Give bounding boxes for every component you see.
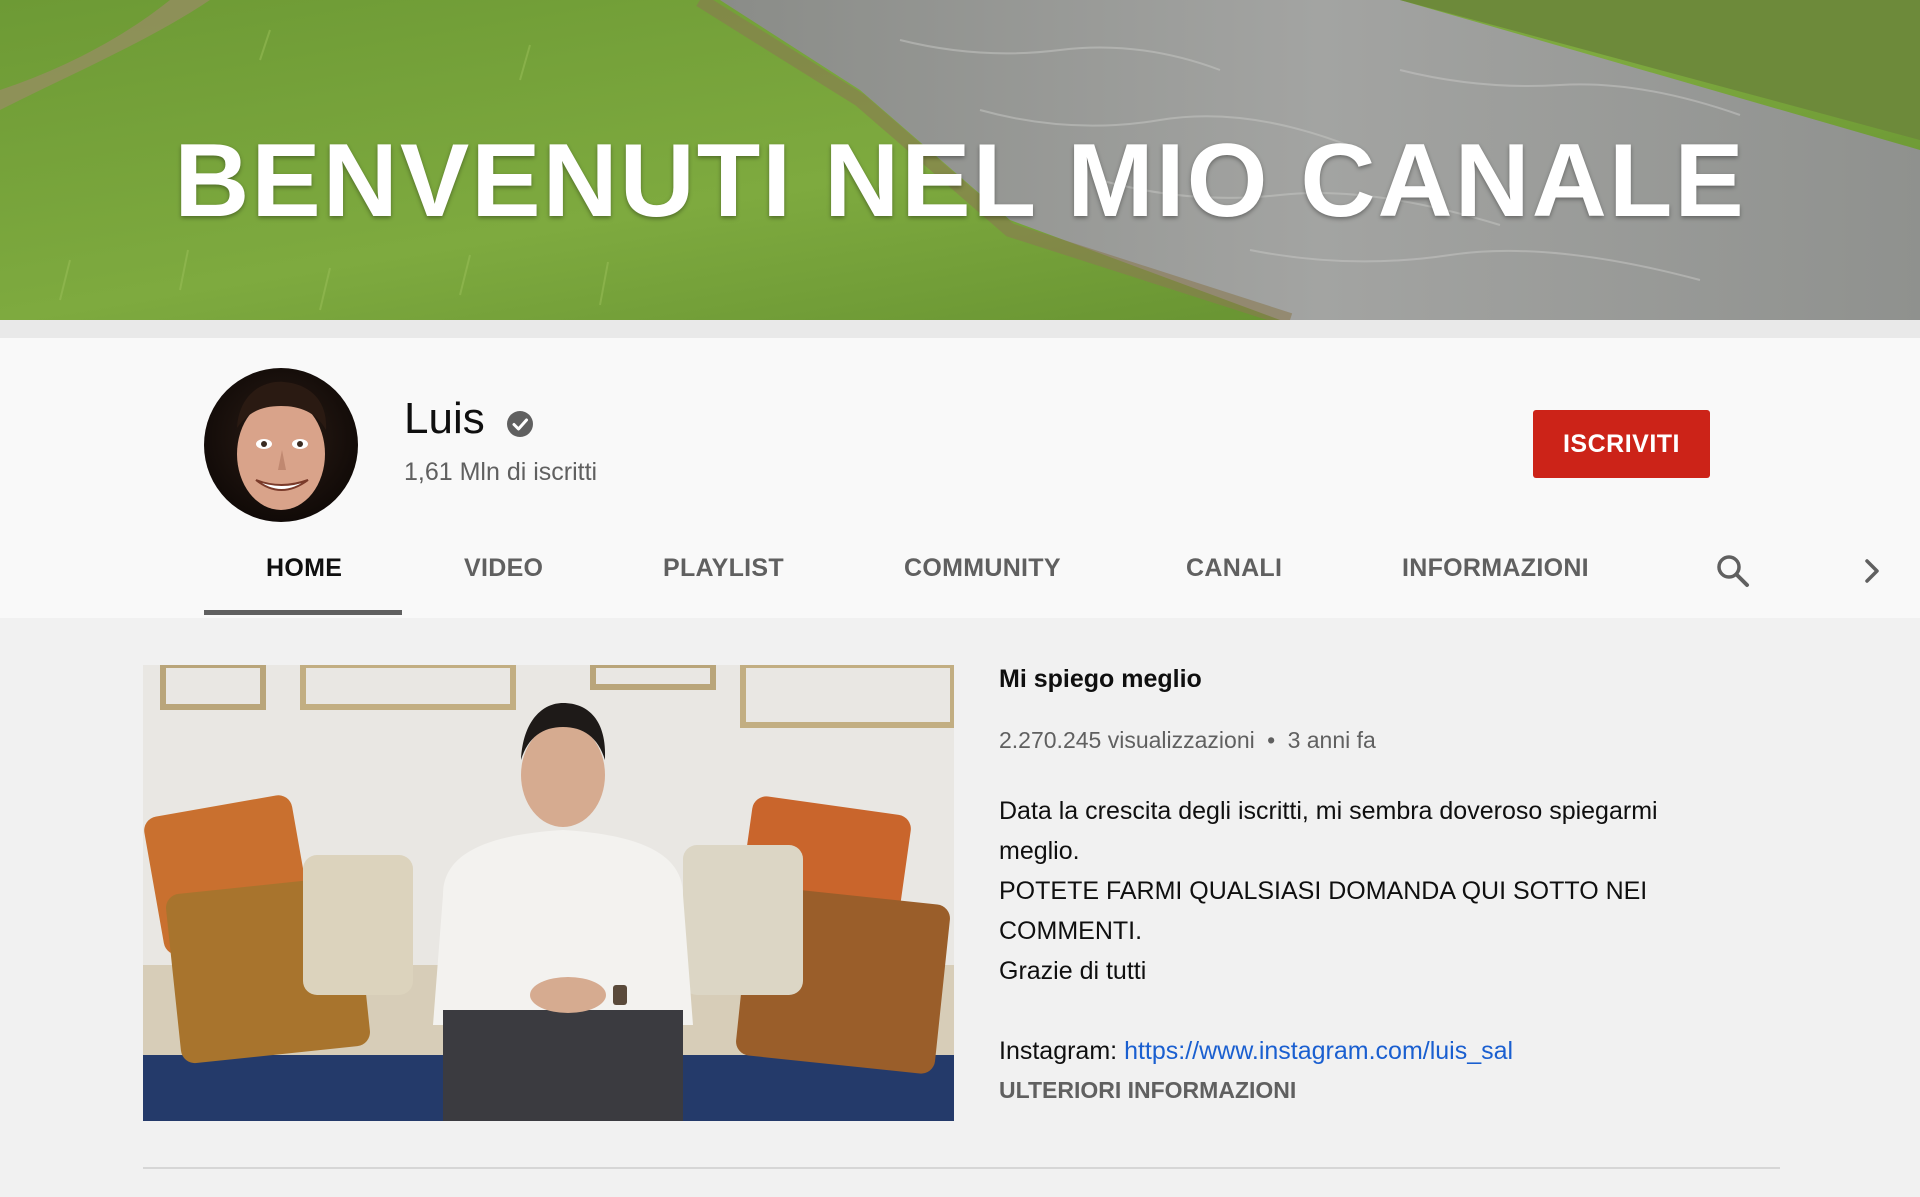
description-spacer (999, 991, 1759, 1031)
meta-separator: • (1267, 727, 1276, 753)
verified-check-icon (507, 411, 533, 437)
description-line: Grazie di tutti (999, 957, 1147, 985)
instagram-label: Instagram: (999, 1037, 1118, 1065)
view-count: 2.270.245 visualizzazioni (999, 727, 1255, 753)
description-line: COMMENTI. (999, 917, 1143, 945)
description-line: Data la crescita degli iscritti, mi semb… (999, 797, 1658, 825)
tab-playlist[interactable]: PLAYLIST (663, 554, 784, 583)
upload-age: 3 anni fa (1287, 727, 1376, 753)
subscribe-button[interactable]: ISCRIVITI (1533, 410, 1710, 478)
tab-home[interactable]: HOME (266, 554, 342, 583)
video-description: Data la crescita degli iscritti, mi semb… (999, 791, 1759, 1071)
channel-header: Luis 1,61 Mln di iscritti ISCRIVITI HOME… (0, 338, 1920, 618)
video-thumbnail-image (143, 665, 954, 1121)
video-title[interactable]: Mi spiego meglio (999, 665, 1202, 694)
video-meta: 2.270.245 visualizzazioni • 3 anni fa (999, 727, 1376, 754)
more-info-link[interactable]: ULTERIORI INFORMAZIONI (999, 1077, 1296, 1104)
tab-community[interactable]: COMMUNITY (904, 554, 1061, 583)
tab-canali[interactable]: CANALI (1186, 554, 1282, 583)
channel-tabs: HOME VIDEO PLAYLIST COMMUNITY CANALI INF… (0, 514, 1920, 618)
tab-informazioni[interactable]: INFORMAZIONI (1402, 554, 1589, 583)
channel-name[interactable]: Luis (404, 394, 485, 444)
instagram-line: Instagram: https://www.instagram.com/lui… (999, 1031, 1759, 1071)
description-line: meglio. (999, 837, 1080, 865)
section-divider (143, 1167, 1780, 1169)
instagram-link[interactable]: https://www.instagram.com/luis_sal (1124, 1037, 1513, 1065)
channel-banner: BENVENUTI NEL MIO CANALE (0, 0, 1920, 320)
description-line: POTETE FARMI QUALSIASI DOMANDA QUI SOTTO… (999, 877, 1648, 905)
avatar-image (237, 381, 327, 510)
search-icon[interactable] (1714, 552, 1752, 590)
featured-video-thumbnail[interactable] (143, 665, 954, 1121)
banner-title: BENVENUTI NEL MIO CANALE (174, 123, 1746, 239)
tab-video[interactable]: VIDEO (464, 554, 543, 583)
active-tab-indicator (204, 610, 402, 615)
banner-spacer (0, 320, 1920, 338)
channel-avatar[interactable] (204, 368, 358, 522)
chevron-right-icon[interactable] (1857, 556, 1887, 586)
subscriber-count: 1,61 Mln di iscritti (404, 458, 598, 486)
